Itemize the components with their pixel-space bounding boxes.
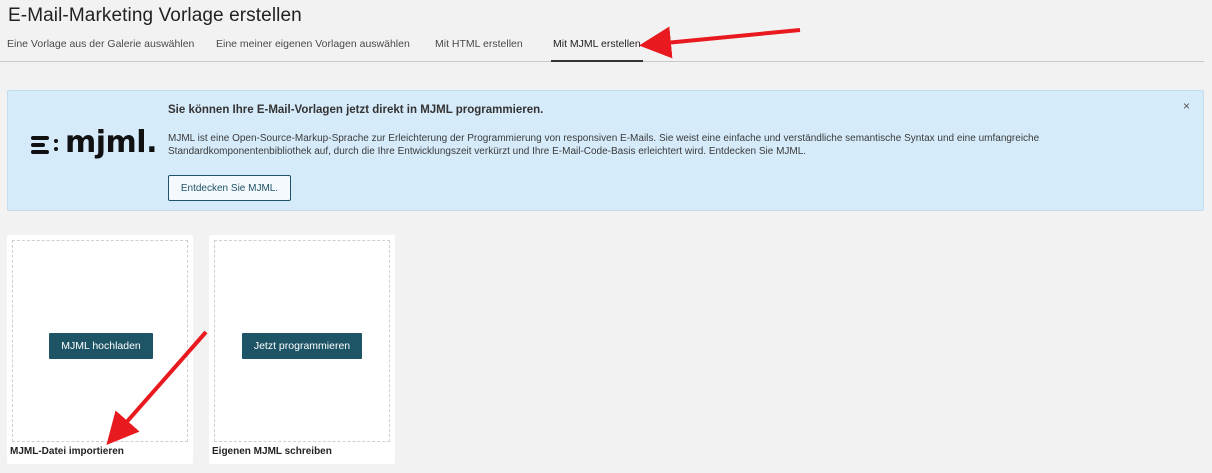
close-icon[interactable]: × — [1183, 100, 1190, 112]
program-now-button[interactable]: Jetzt programmieren — [242, 333, 362, 359]
write-mjml-area[interactable]: Jetzt programmieren — [214, 240, 390, 442]
banner-heading: Sie können Ihre E-Mail-Vorlagen jetzt di… — [168, 104, 544, 116]
write-mjml-card: Jetzt programmieren Eigenen MJML schreib… — [209, 235, 395, 464]
mjml-logo-text: mjml. — [65, 125, 157, 160]
tab-gallery-template[interactable]: Eine Vorlage aus der Galerie auswählen — [7, 38, 194, 62]
tab-bar: Eine Vorlage aus der Galerie auswählen E… — [0, 34, 1204, 62]
tab-own-template[interactable]: Eine meiner eigenen Vorlagen auswählen — [216, 38, 410, 62]
import-mjml-caption: MJML-Datei importieren — [10, 446, 124, 457]
discover-mjml-button[interactable]: Entdecken Sie MJML. — [168, 175, 291, 201]
mjml-info-banner: mjml. Sie können Ihre E-Mail-Vorlagen je… — [7, 90, 1204, 211]
upload-mjml-card: MJML hochladen MJML-Datei importieren — [7, 235, 193, 464]
write-mjml-caption: Eigenen MJML schreiben — [212, 446, 332, 457]
upload-mjml-button[interactable]: MJML hochladen — [49, 333, 153, 359]
upload-mjml-dropzone[interactable]: MJML hochladen — [12, 240, 188, 442]
mjml-logo: mjml. — [31, 125, 166, 165]
tab-create-mjml[interactable]: Mit MJML erstellen — [551, 38, 643, 62]
mjml-logo-icon — [31, 136, 61, 154]
page-title: E-Mail-Marketing Vorlage erstellen — [8, 5, 302, 26]
banner-description: MJML ist eine Open-Source-Markup-Sprache… — [168, 133, 1040, 157]
tab-create-html[interactable]: Mit HTML erstellen — [435, 38, 523, 62]
